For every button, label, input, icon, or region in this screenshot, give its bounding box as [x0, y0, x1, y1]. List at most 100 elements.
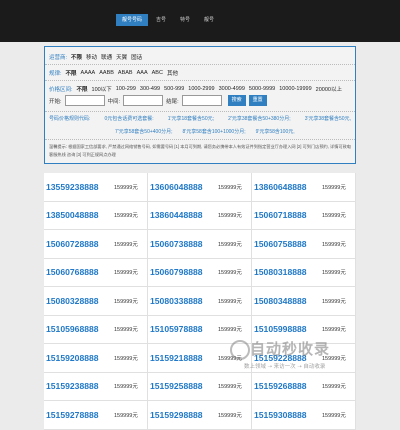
number-cell: 15080338888 159999元 [148, 287, 252, 315]
price-option[interactable]: 300-499 [140, 86, 160, 92]
table-row: 15159208888 159999元 15159218888 159999元 1515… [44, 344, 356, 373]
filter-price-row: 价格区间: 不限 100以下 100-299 300-499 500-999 1… [49, 85, 346, 93]
phone-number-link[interactable]: 15060768888 [44, 267, 110, 277]
top-nav-bar: 靓号号码 吉号 特号 靓号 [0, 0, 400, 42]
number-cell: 15159278888 159999元 [44, 401, 148, 429]
table-row: 13559238888 159999元 13606048888 159999元 1386… [44, 173, 356, 202]
operator-option[interactable]: 移动 [86, 53, 97, 61]
table-row: 15105968888 159999元 15105978888 159999元 1510… [44, 315, 356, 344]
rule-option[interactable]: ABAB [118, 70, 133, 76]
phone-number-link[interactable]: 15060798888 [148, 267, 214, 277]
phone-number-link[interactable]: 15060758888 [252, 239, 318, 249]
phone-number-link[interactable]: 15060728888 [44, 239, 110, 249]
phone-number-link[interactable]: 15159308888 [252, 410, 318, 420]
phone-number-link[interactable]: 13850048888 [44, 210, 110, 220]
phone-number-link[interactable]: 15159218888 [148, 353, 214, 363]
search-button[interactable]: 搜索 [227, 95, 246, 106]
phone-number-link[interactable]: 15159258888 [148, 381, 214, 391]
pricing-rules-row-2: 7'元享58套含50+400分月; 8'元享58套含100+1000分月; 9'… [115, 128, 295, 135]
price-value: 159999元 [322, 412, 346, 419]
nav-tab-lianghao[interactable]: 靓号 [198, 14, 220, 26]
number-cell: 13559238888 159999元 [44, 173, 148, 201]
number-cell: 15080328888 159999元 [44, 287, 148, 315]
number-cell: 13850048888 159999元 [44, 201, 148, 229]
nav-tab-haoma[interactable]: 靓号号码 [116, 14, 149, 26]
pricing-rules-label: 号码价格规则代码: [49, 116, 91, 122]
price-option[interactable]: 1000-2999 [188, 86, 214, 92]
phone-number-link[interactable]: 15105978888 [148, 324, 214, 334]
pricing-rule: 2'元享38套餐含50+380分月; [228, 116, 291, 122]
price-value: 159999元 [218, 355, 242, 362]
rule-option[interactable]: AABB [99, 70, 114, 76]
price-value: 159999元 [114, 384, 138, 391]
pricing-rule: 3'元享38套餐含50元, [304, 116, 351, 122]
rule-option[interactable]: AAAA [81, 70, 96, 76]
pricing-rule: 9'元享58含100元, [255, 129, 295, 135]
table-row: 15080328888 159999元 15080338888 159999元 1508… [44, 287, 356, 316]
number-cell: 15105998888 159999元 [252, 315, 356, 343]
table-row: 15060768888 159999元 15060798888 159999元 1508… [44, 258, 356, 287]
price-value: 159999元 [322, 355, 346, 362]
phone-number-link[interactable]: 15105998888 [252, 324, 318, 334]
rule-option[interactable]: ABC [152, 70, 163, 76]
begin-input[interactable] [64, 95, 105, 106]
price-option[interactable]: 100以下 [92, 85, 112, 93]
number-cell: 15159268888 159999元 [252, 372, 356, 400]
phone-number-link[interactable]: 15159278888 [44, 410, 110, 420]
phone-number-link[interactable]: 15159298888 [148, 410, 214, 420]
rule-option[interactable]: AAA [137, 70, 148, 76]
operator-label: 运营商: [49, 55, 68, 61]
price-option[interactable]: 20000以上 [316, 85, 342, 93]
phone-number-link[interactable]: 13606048888 [148, 182, 214, 192]
rule-label: 规律: [49, 71, 62, 77]
pricing-rule: 7'元享58套含50+400分月; [115, 129, 173, 135]
phone-number-link[interactable]: 15159238888 [44, 381, 110, 391]
pricing-rule: 1'元享18套餐含50元; [167, 116, 214, 122]
phone-number-link[interactable]: 15080348888 [252, 296, 318, 306]
operator-option[interactable]: 联通 [101, 53, 112, 61]
price-option[interactable]: 500-999 [164, 86, 184, 92]
operator-option[interactable]: 固话 [131, 53, 142, 61]
nav-tab-tehao[interactable]: 特号 [174, 14, 196, 26]
phone-number-link[interactable]: 13559238888 [44, 182, 110, 192]
operator-option[interactable]: 不限 [71, 53, 82, 61]
price-value: 159999元 [114, 412, 138, 419]
phone-number-link[interactable]: 15060738888 [148, 239, 214, 249]
phone-number-link[interactable]: 15159228888 [252, 353, 318, 363]
pricing-rule: 8'元享58套含100+1000分月; [182, 129, 246, 135]
end-input[interactable] [181, 95, 222, 106]
number-cell: 15159308888 159999元 [252, 401, 356, 429]
price-value: 159999元 [322, 213, 346, 220]
phone-number-link[interactable]: 15060718888 [252, 210, 318, 220]
reset-button[interactable]: 重置 [248, 95, 267, 106]
phone-number-link[interactable]: 15105968888 [44, 324, 110, 334]
phone-number-link[interactable]: 15080328888 [44, 296, 110, 306]
notice-text: 温馨提示: 根据国家工信部要求, 严禁通过网络销售号码, 如需要号码 [1] 本… [49, 144, 351, 157]
phone-number-link[interactable]: 15159208888 [44, 353, 110, 363]
phone-number-link[interactable]: 15159268888 [252, 381, 318, 391]
number-cell: 15105968888 159999元 [44, 315, 148, 343]
middle-input[interactable] [123, 95, 164, 106]
phone-number-link[interactable]: 13860448888 [148, 210, 214, 220]
number-grid: 13559238888 159999元 13606048888 159999元 1386… [44, 173, 356, 430]
operator-option[interactable]: 天翼 [116, 53, 127, 61]
phone-number-link[interactable]: 15080318888 [252, 267, 318, 277]
price-value: 159999元 [218, 412, 242, 419]
phone-number-link[interactable]: 15080338888 [148, 296, 214, 306]
number-cell: 15060738888 159999元 [148, 230, 252, 258]
phone-number-link[interactable]: 13860648888 [252, 182, 318, 192]
price-option[interactable]: 100-299 [116, 86, 136, 92]
price-option[interactable]: 5000-9999 [249, 86, 275, 92]
number-cell: 15159298888 159999元 [148, 401, 252, 429]
middle-label: 中间: [107, 98, 121, 105]
price-label: 价格区间: [49, 87, 73, 93]
rule-option[interactable]: 不限 [66, 69, 77, 77]
rule-option[interactable]: 其他 [167, 69, 178, 77]
price-option[interactable]: 10000-19999 [279, 86, 311, 92]
nav-tab-jihao[interactable]: 吉号 [150, 14, 172, 26]
price-option[interactable]: 3000-4999 [219, 86, 245, 92]
table-row: 13850048888 159999元 13860448888 159999元 1506… [44, 201, 356, 230]
price-value: 159999元 [114, 298, 138, 305]
price-option[interactable]: 不限 [77, 85, 88, 93]
price-value: 159999元 [114, 355, 138, 362]
